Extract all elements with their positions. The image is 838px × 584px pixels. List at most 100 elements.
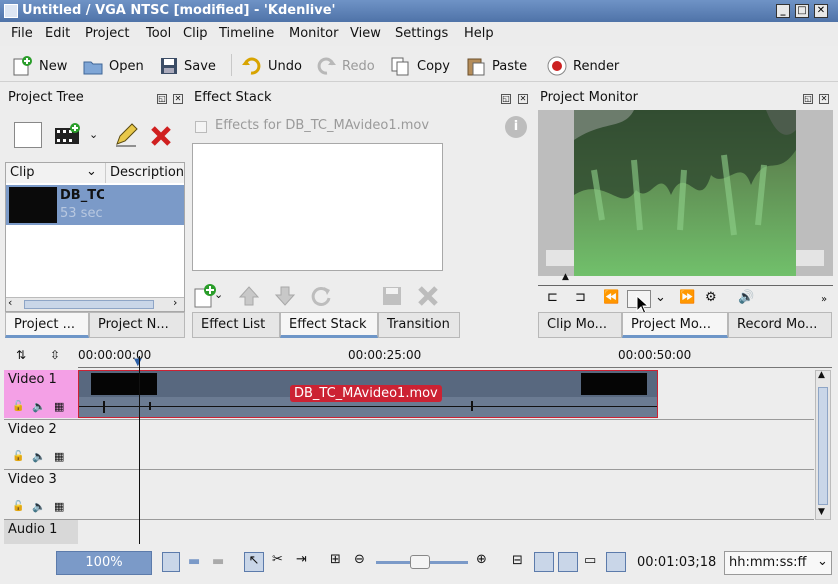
column-header-description[interactable]: Description — [106, 163, 184, 183]
tab-project-monitor[interactable]: Project Mo... — [622, 312, 728, 338]
expand-tracks-icon[interactable]: ⇳ — [50, 348, 60, 362]
hide-video-icon[interactable]: ▦ — [54, 400, 64, 413]
mute-icon[interactable]: 🔈 — [32, 400, 46, 413]
split-audio-toggle[interactable] — [606, 552, 626, 572]
new-button[interactable]: New — [12, 56, 67, 76]
volume-icon[interactable]: 🔊 — [738, 290, 754, 305]
lock-icon[interactable]: 🔓 — [12, 501, 24, 512]
timeline-clip[interactable]: DB_TC_MAvideo1.mov — [78, 370, 658, 418]
float-icon[interactable]: ◱ — [157, 94, 167, 104]
close-window-button[interactable]: ✕ — [814, 4, 828, 18]
horizontal-scrollbar[interactable]: ‹ › — [6, 296, 184, 311]
monitor-viewport[interactable] — [538, 110, 833, 276]
mute-icon[interactable]: 🔈 — [32, 500, 46, 513]
fit-zoom-icon[interactable]: ⊞ — [330, 552, 341, 567]
render-button[interactable]: Render — [546, 56, 619, 76]
monitor-ruler[interactable]: ▲ — [538, 272, 833, 286]
menu-edit[interactable]: Edit — [45, 26, 70, 41]
mute-icon[interactable]: 🔈 — [32, 450, 46, 463]
column-header-clip[interactable]: Clip ⌄ — [6, 163, 106, 183]
chevron-down-icon[interactable]: ⌄ — [655, 290, 666, 305]
lock-icon[interactable]: 🔓 — [12, 401, 24, 412]
audio-thumbs-icon[interactable]: ▬ — [188, 554, 200, 569]
close-icon[interactable]: ✕ — [518, 94, 528, 104]
set-zone-start-icon[interactable]: ⊏ — [547, 290, 558, 305]
menu-timeline[interactable]: Timeline — [219, 26, 274, 41]
open-button[interactable]: Open — [82, 56, 144, 76]
tab-project-tree[interactable]: Project ... — [5, 312, 89, 338]
more-chevron-icon[interactable]: » — [821, 294, 827, 305]
menu-tool[interactable]: Tool — [146, 26, 171, 41]
arrow-down-icon[interactable] — [274, 285, 296, 307]
track-header-video3[interactable]: Video 3 🔓 🔈 ▦ — [4, 470, 78, 518]
float-icon[interactable]: ◱ — [803, 94, 813, 104]
chevron-down-icon[interactable]: ⌄ — [89, 128, 98, 141]
copy-button[interactable]: Copy — [390, 56, 450, 76]
scrollbar-thumb[interactable] — [818, 387, 828, 505]
redo-button[interactable]: Redo — [315, 56, 375, 76]
spacer-tool-icon[interactable]: ⇥ — [296, 552, 307, 567]
markers-icon[interactable]: ▬ — [212, 554, 224, 569]
tab-transition[interactable]: Transition — [378, 312, 460, 338]
add-color-clip-button[interactable] — [14, 122, 42, 148]
scroll-left-icon[interactable]: ‹ — [8, 296, 12, 309]
menu-help[interactable]: Help — [464, 26, 494, 41]
collapse-tracks-icon[interactable]: ⇅ — [16, 348, 26, 362]
scroll-down-icon[interactable]: ▼ — [818, 507, 825, 517]
forward-icon[interactable]: ⏩ — [679, 290, 695, 305]
info-icon[interactable]: i — [505, 116, 527, 138]
effects-checkbox[interactable] — [195, 121, 207, 133]
tab-record-monitor[interactable]: Record Mo... — [728, 312, 832, 338]
menu-view[interactable]: View — [350, 26, 381, 41]
minimize-button[interactable]: _ — [776, 4, 790, 18]
paste-button[interactable]: Paste — [465, 56, 527, 76]
playhead-marker-icon[interactable]: ▼ — [134, 357, 142, 368]
show-markers-icon[interactable]: ▭ — [584, 553, 596, 568]
save-effect-icon[interactable] — [381, 285, 403, 307]
menu-file[interactable]: File — [11, 26, 33, 41]
tab-effect-list[interactable]: Effect List — [192, 312, 280, 338]
menu-settings[interactable]: Settings — [395, 26, 448, 41]
menu-project[interactable]: Project — [85, 26, 129, 41]
timecode-format-select[interactable]: hh:mm:ss:ff ⌄ — [724, 551, 832, 575]
playhead-line[interactable] — [139, 356, 140, 544]
menu-monitor[interactable]: Monitor — [289, 26, 338, 41]
close-icon[interactable]: ✕ — [173, 94, 183, 104]
edit-pencil-icon[interactable] — [113, 122, 139, 148]
tab-clip-monitor[interactable]: Clip Mo... — [538, 312, 622, 338]
reset-icon[interactable] — [310, 285, 332, 307]
video-thumbs-toggle[interactable] — [162, 552, 180, 572]
gear-icon[interactable]: ⚙ — [705, 290, 717, 305]
set-zone-end-icon[interactable]: ⊐ — [575, 290, 586, 305]
maximize-button[interactable]: □ — [795, 4, 809, 18]
close-icon[interactable]: ✕ — [819, 94, 829, 104]
track-header-audio1[interactable]: Audio 1 — [4, 520, 78, 544]
tab-project-notes[interactable]: Project N... — [89, 312, 185, 338]
float-icon[interactable]: ◱ — [501, 94, 511, 104]
timeline-ruler[interactable]: 00:00:00:00 00:00:25:00 00:00:50:00 ▼ — [78, 346, 832, 368]
playhead-marker-icon[interactable]: ▲ — [562, 272, 569, 282]
rewind-icon[interactable]: ⏪ — [603, 290, 619, 305]
selection-tool-icon[interactable]: ↖ — [244, 552, 264, 572]
hide-video-icon[interactable]: ▦ — [54, 450, 64, 463]
track-header-video1[interactable]: Video 1 🔓 🔈 ▦ — [4, 370, 78, 418]
show-waveforms-toggle[interactable] — [558, 552, 578, 572]
lock-icon[interactable]: 🔓 — [12, 451, 24, 462]
add-clip-icon[interactable] — [54, 122, 82, 148]
delete-clip-icon[interactable] — [149, 124, 173, 148]
tab-effect-stack[interactable]: Effect Stack — [280, 312, 378, 338]
scrollbar-thumb[interactable] — [24, 300, 154, 309]
razor-tool-icon[interactable]: ✂ — [272, 552, 283, 567]
show-thumbnails-toggle[interactable] — [534, 552, 554, 572]
snap-icon[interactable]: ⊟ — [512, 553, 523, 568]
vertical-scrollbar[interactable]: ▲ ▼ — [815, 370, 831, 520]
chevron-down-icon[interactable]: ⌄ — [214, 288, 223, 301]
clip-row[interactable]: DB_TC 53 sec — [6, 185, 184, 225]
scroll-up-icon[interactable]: ▲ — [818, 370, 825, 380]
undo-button[interactable]: Undo — [241, 56, 302, 76]
zoom-in-icon[interactable]: ⊕ — [476, 552, 487, 567]
delete-effect-icon[interactable] — [417, 285, 439, 307]
zoom-out-icon[interactable]: ⊖ — [354, 552, 365, 567]
zoom-level[interactable]: 100% — [56, 551, 152, 575]
arrow-up-icon[interactable] — [238, 285, 260, 307]
